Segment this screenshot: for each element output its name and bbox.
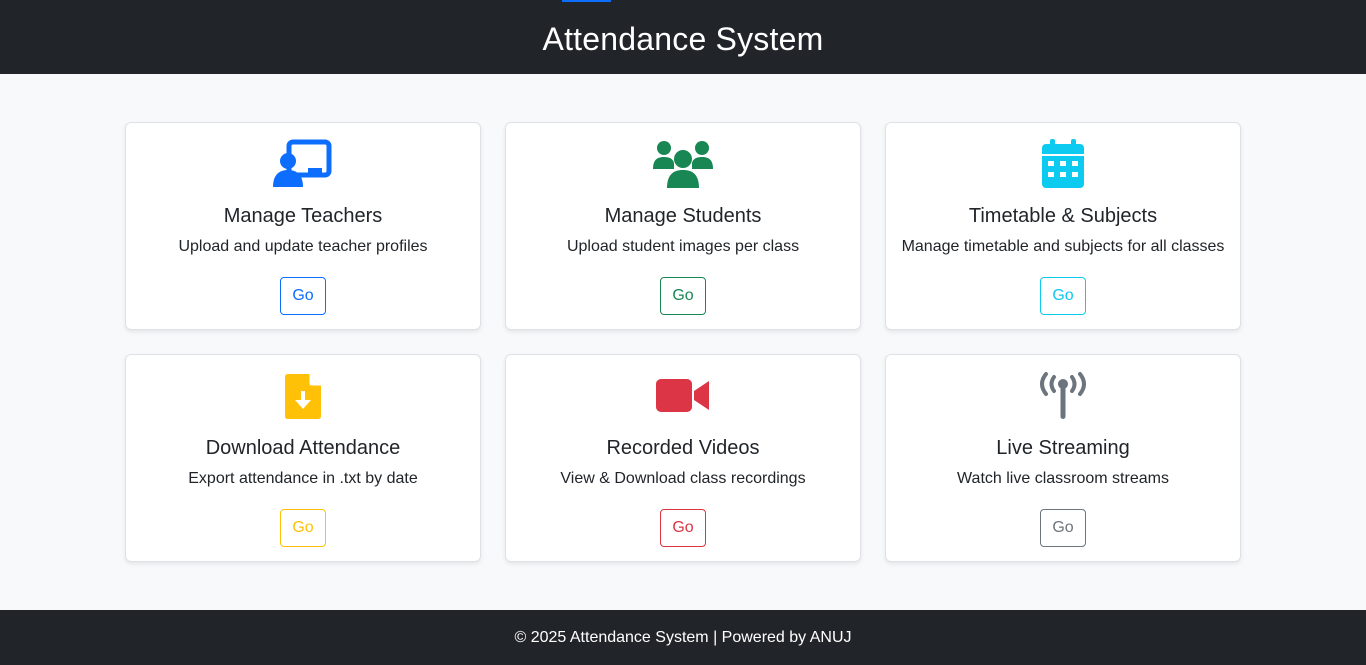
- file-download-icon: [273, 371, 333, 421]
- card-title: Download Attendance: [205, 437, 401, 459]
- footer-text: © 2025 Attendance System | Powered by AN…: [514, 628, 852, 646]
- chalkboard-teacher-icon: [273, 139, 333, 189]
- card-title: Timetable & Subjects: [968, 205, 1158, 227]
- page-title: Attendance System: [542, 20, 824, 57]
- card-description: Upload student images per class: [566, 238, 800, 255]
- broadcast-tower-icon: [1033, 371, 1093, 421]
- card-title: Live Streaming: [996, 437, 1130, 459]
- card-description: Export attendance in .txt by date: [188, 470, 418, 487]
- card-title: Manage Teachers: [223, 205, 383, 227]
- card-description: Manage timetable and subjects for all cl…: [901, 238, 1225, 255]
- card-timetable-subjects: Timetable & Subjects Manage timetable an…: [885, 122, 1241, 330]
- card-recorded-videos: Recorded Videos View & Download class re…: [505, 354, 861, 562]
- go-button-recorded[interactable]: Go: [660, 509, 706, 547]
- video-camera-icon: [653, 371, 713, 421]
- dashboard-grid: Manage Teachers Upload and update teache…: [125, 122, 1241, 562]
- go-button-timetable[interactable]: Go: [1040, 277, 1086, 315]
- card-manage-teachers: Manage Teachers Upload and update teache…: [125, 122, 481, 330]
- card-title: Recorded Videos: [606, 437, 760, 459]
- go-button-students[interactable]: Go: [660, 277, 706, 315]
- card-manage-students: Manage Students Upload student images pe…: [505, 122, 861, 330]
- card-download-attendance: Download Attendance Export attendance in…: [125, 354, 481, 562]
- users-icon: [653, 139, 713, 189]
- go-button-teachers[interactable]: Go: [280, 277, 326, 315]
- header-accent-line: [562, 0, 611, 2]
- header-bar: Attendance System: [0, 0, 1366, 74]
- calendar-icon: [1033, 139, 1093, 189]
- card-description: View & Download class recordings: [560, 470, 806, 487]
- card-description: Watch live classroom streams: [957, 470, 1169, 487]
- go-button-live[interactable]: Go: [1040, 509, 1086, 547]
- footer-bar: © 2025 Attendance System | Powered by AN…: [0, 610, 1366, 665]
- card-live-streaming: Live Streaming Watch live classroom stre…: [885, 354, 1241, 562]
- go-button-download[interactable]: Go: [280, 509, 326, 547]
- card-description: Upload and update teacher profiles: [178, 238, 428, 255]
- card-title: Manage Students: [604, 205, 762, 227]
